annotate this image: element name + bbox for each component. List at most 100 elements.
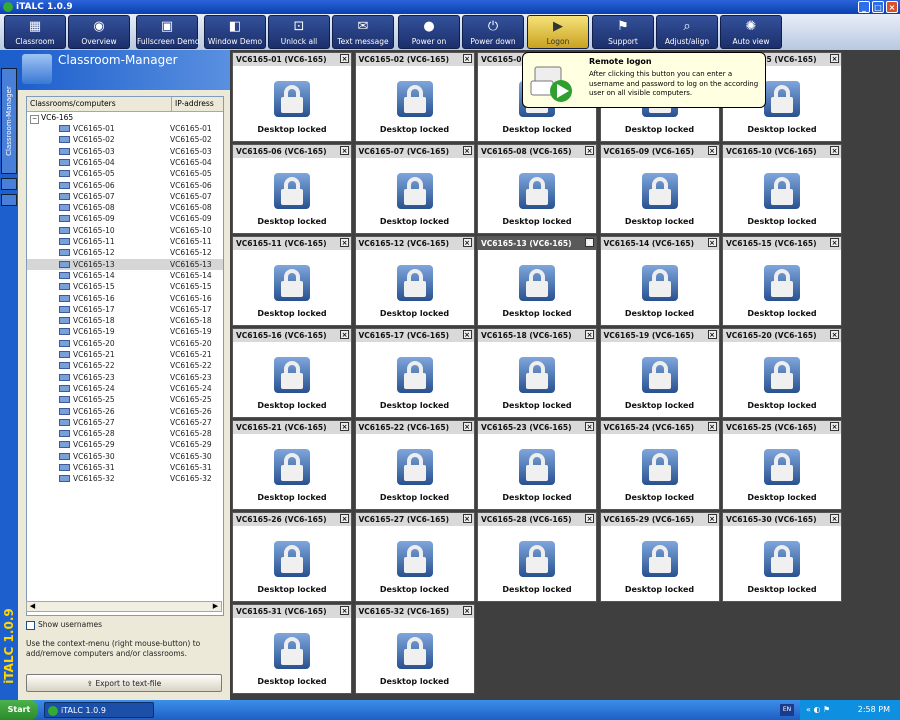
- computer-tile[interactable]: VC6165-07 (VC6-165) × Desktop locked: [354, 144, 475, 234]
- computer-tile[interactable]: VC6165-18 (VC6-165) × Desktop locked: [477, 328, 597, 418]
- tree-row-computer[interactable]: VC6165-07 VC6165-07: [27, 191, 223, 202]
- tree-row-computer[interactable]: VC6165-06 VC6165-06: [27, 180, 223, 191]
- tree-row-computer[interactable]: VC6165-09 VC6165-09: [27, 213, 223, 224]
- toolbar-button-12[interactable]: ✺ Auto view: [720, 15, 782, 49]
- checkbox-box[interactable]: [26, 620, 35, 630]
- tree-row-computer[interactable]: VC6165-14 VC6165-14: [27, 270, 223, 281]
- close-icon[interactable]: ×: [830, 146, 839, 155]
- tree-row-computer[interactable]: VC6165-23 VC6165-23: [27, 372, 223, 383]
- computer-tile[interactable]: VC6165-28 (VC6-165) × Desktop locked: [477, 512, 597, 602]
- computer-tile[interactable]: VC6165-29 (VC6-165) × Desktop locked: [599, 512, 720, 602]
- snapshots-tab[interactable]: [1, 178, 17, 190]
- tree-row-computer[interactable]: VC6165-01 VC6165-01: [27, 123, 223, 134]
- export-to-text-file-button[interactable]: ⇪ Export to text-file: [26, 674, 222, 692]
- computer-tile[interactable]: VC6165-17 (VC6-165) × Desktop locked: [354, 328, 475, 418]
- close-icon[interactable]: ×: [340, 238, 349, 247]
- close-icon[interactable]: ×: [585, 238, 594, 247]
- computer-tile[interactable]: VC6165-01 (VC6-165) × Desktop locked: [232, 52, 352, 142]
- minimize-button[interactable]: _: [858, 1, 870, 13]
- toolbar-button-7[interactable]: ● Power on: [398, 15, 460, 49]
- toolbar-button-4[interactable]: ◧ Window Demo: [204, 15, 266, 49]
- tree-row-computer[interactable]: VC6165-25 VC6165-25: [27, 394, 223, 405]
- computer-tile[interactable]: VC6165-19 (VC6-165) × Desktop locked: [599, 328, 720, 418]
- tree-row-computer[interactable]: VC6165-10 VC6165-10: [27, 225, 223, 236]
- tree-row-computer[interactable]: VC6165-19 VC6165-19: [27, 326, 223, 337]
- close-icon[interactable]: ×: [585, 514, 594, 523]
- close-icon[interactable]: ×: [707, 514, 717, 523]
- close-icon[interactable]: ×: [707, 146, 717, 155]
- taskbar-item-italc[interactable]: iTALC 1.0.9: [44, 702, 154, 718]
- scroll-right-arrow-icon[interactable]: ▶: [210, 602, 221, 611]
- computer-tile[interactable]: VC6165-14 (VC6-165) × Desktop locked: [599, 236, 720, 326]
- tree-row-computer[interactable]: VC6165-22 VC6165-22: [27, 360, 223, 371]
- tree-row-computer[interactable]: VC6165-24 VC6165-24: [27, 383, 223, 394]
- tree-row-computer[interactable]: VC6165-20 VC6165-20: [27, 338, 223, 349]
- close-icon[interactable]: ×: [462, 606, 472, 615]
- tree-row-computer[interactable]: VC6165-12 VC6165-12: [27, 247, 223, 258]
- computer-tile[interactable]: VC6165-09 (VC6-165) × Desktop locked: [599, 144, 720, 234]
- tree-row-computer[interactable]: VC6165-04 VC6165-04: [27, 157, 223, 168]
- close-icon[interactable]: ×: [462, 422, 472, 431]
- close-icon[interactable]: ×: [585, 422, 594, 431]
- tree-row-computer[interactable]: VC6165-18 VC6165-18: [27, 315, 223, 326]
- close-icon[interactable]: ×: [462, 238, 472, 247]
- computer-tile[interactable]: VC6165-30 (VC6-165) × Desktop locked: [722, 512, 842, 602]
- close-icon[interactable]: ×: [462, 146, 472, 155]
- close-icon[interactable]: ×: [340, 54, 349, 63]
- tree-row-computer[interactable]: VC6165-28 VC6165-28: [27, 428, 223, 439]
- close-icon[interactable]: ×: [830, 422, 839, 431]
- column-header-ip[interactable]: IP-address: [171, 97, 214, 111]
- computer-tile[interactable]: VC6165-11 (VC6-165) × Desktop locked: [232, 236, 352, 326]
- close-icon[interactable]: ×: [830, 238, 839, 247]
- toolbar-button-10[interactable]: ⚑ Support: [592, 15, 654, 49]
- tools-tab[interactable]: [1, 194, 17, 206]
- close-icon[interactable]: ×: [462, 330, 472, 339]
- language-indicator[interactable]: EN: [780, 704, 794, 716]
- computer-tile[interactable]: VC6165-32 (VC6-165) × Desktop locked: [354, 604, 475, 694]
- close-icon[interactable]: ×: [340, 422, 349, 431]
- maximize-button[interactable]: □: [872, 1, 884, 13]
- computer-tile[interactable]: VC6165-31 (VC6-165) × Desktop locked: [232, 604, 352, 694]
- horizontal-scrollbar[interactable]: ◀ ▶: [26, 601, 222, 612]
- tree-row-computer[interactable]: VC6165-21 VC6165-21: [27, 349, 223, 360]
- computer-tile[interactable]: VC6165-15 (VC6-165) × Desktop locked: [722, 236, 842, 326]
- computer-tree[interactable]: Classrooms/computers IP-address − VC6-165…: [26, 96, 224, 616]
- tree-row-computer[interactable]: VC6165-03 VC6165-03: [27, 146, 223, 157]
- computer-tile[interactable]: VC6165-13 (VC6-165) × Desktop locked: [477, 236, 597, 326]
- computer-tile[interactable]: VC6165-16 (VC6-165) × Desktop locked: [232, 328, 352, 418]
- tree-row-computer[interactable]: VC6165-27 VC6165-27: [27, 417, 223, 428]
- close-icon[interactable]: ×: [707, 422, 717, 431]
- computer-tile[interactable]: VC6165-25 (VC6-165) × Desktop locked: [722, 420, 842, 510]
- toolbar-button-9[interactable]: ▶ Logon: [527, 15, 589, 49]
- toolbar-button-1[interactable]: ▦ Classroom: [4, 15, 66, 49]
- tree-row-computer[interactable]: VC6165-31 VC6165-31: [27, 462, 223, 473]
- tree-row-computer[interactable]: VC6165-26 VC6165-26: [27, 406, 223, 417]
- computer-tile[interactable]: VC6165-21 (VC6-165) × Desktop locked: [232, 420, 352, 510]
- tree-row-computer[interactable]: VC6165-13 VC6165-13: [27, 258, 223, 270]
- tree-row-computer[interactable]: VC6165-32 VC6165-32: [27, 473, 223, 484]
- close-icon[interactable]: ×: [340, 146, 349, 155]
- tree-row-computer[interactable]: VC6165-29 VC6165-29: [27, 439, 223, 450]
- tree-row-computer[interactable]: VC6165-11 VC6165-11: [27, 236, 223, 247]
- toolbar-button-11[interactable]: ⌕ Adjust/align: [656, 15, 718, 49]
- close-icon[interactable]: ×: [340, 606, 349, 615]
- close-icon[interactable]: ×: [707, 238, 717, 247]
- computer-tile[interactable]: VC6165-12 (VC6-165) × Desktop locked: [354, 236, 475, 326]
- toolbar-button-6[interactable]: ✉ Text message: [332, 15, 394, 49]
- tree-row-computer[interactable]: VC6165-16 VC6165-16: [27, 293, 223, 304]
- computer-tile[interactable]: VC6165-10 (VC6-165) × Desktop locked: [722, 144, 842, 234]
- tree-row-computer[interactable]: VC6165-17 VC6165-17: [27, 304, 223, 315]
- tree-row-computer[interactable]: VC6165-02 VC6165-02: [27, 134, 223, 145]
- tree-row-computer[interactable]: VC6165-15 VC6165-15: [27, 281, 223, 292]
- close-icon[interactable]: ×: [340, 330, 349, 339]
- scroll-left-arrow-icon[interactable]: ◀: [27, 602, 38, 611]
- toolbar-button-8[interactable]: ⏻ Power down: [462, 15, 524, 49]
- tree-row-computer[interactable]: VC6165-05 VC6165-05: [27, 168, 223, 179]
- close-icon[interactable]: ×: [585, 146, 594, 155]
- close-icon[interactable]: ×: [585, 330, 594, 339]
- close-icon[interactable]: ×: [707, 330, 717, 339]
- column-header-computers[interactable]: Classrooms/computers: [30, 97, 116, 111]
- computer-tile[interactable]: VC6165-06 (VC6-165) × Desktop locked: [232, 144, 352, 234]
- show-usernames-checkbox[interactable]: Show usernames: [26, 620, 102, 630]
- toolbar-button-3[interactable]: ▣ Fullscreen Demo: [136, 15, 199, 49]
